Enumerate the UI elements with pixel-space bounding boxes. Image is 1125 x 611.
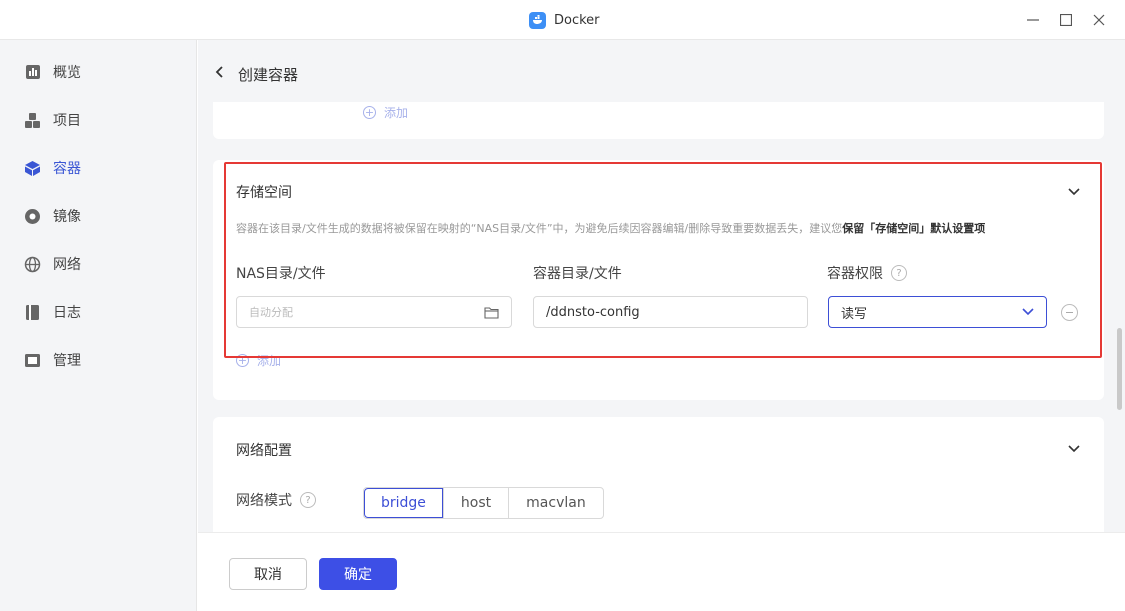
sidebar-item-label: 管理 <box>53 353 81 369</box>
network-section: 网络配置 网络模式 ? bridge host macvlan <box>213 417 1104 537</box>
sidebar: 概览 项目 容器 镜像 网络 日志 管理 <box>0 40 197 611</box>
vertical-scrollbar[interactable] <box>1117 328 1122 410</box>
folder-icon[interactable] <box>484 306 499 319</box>
help-icon[interactable]: ? <box>300 492 316 508</box>
add-circle-icon: + <box>363 106 376 119</box>
col-label-permission: 容器权限 ? <box>827 263 907 283</box>
collapse-chevron-icon[interactable] <box>1068 442 1080 454</box>
close-icon[interactable] <box>1088 9 1110 31</box>
network-title: 网络配置 <box>236 443 292 459</box>
minimize-icon[interactable] <box>1022 9 1044 31</box>
nas-path-input[interactable]: 自动分配 <box>236 296 512 328</box>
container-icon <box>24 160 41 177</box>
help-icon[interactable]: ? <box>891 265 907 281</box>
docker-icon <box>529 11 546 29</box>
app-title-text: Docker <box>554 12 600 28</box>
sidebar-item-label: 概览 <box>53 65 81 81</box>
image-icon <box>24 208 41 225</box>
sidebar-item-label: 日志 <box>53 305 81 321</box>
sidebar-item-image[interactable]: 镜像 <box>24 204 81 228</box>
page-title: 创建容器 <box>238 66 299 84</box>
project-icon <box>24 112 41 129</box>
maximize-icon[interactable] <box>1055 9 1077 31</box>
remove-row-icon[interactable] <box>1061 304 1078 321</box>
network-icon <box>24 256 41 273</box>
storage-title: 存储空间 <box>236 185 292 201</box>
storage-section: 存储空间 容器在该目录/文件生成的数据将被保留在映射的“NAS目录/文件”中，为… <box>213 160 1104 400</box>
storage-hint: 容器在该目录/文件生成的数据将被保留在映射的“NAS目录/文件”中，为避免后续因… <box>236 222 986 235</box>
permission-select[interactable]: 读写 <box>828 296 1047 328</box>
network-mode-selector: bridge host macvlan <box>363 487 604 519</box>
network-mode-label: 网络模式 ? <box>236 490 316 510</box>
manage-icon <box>24 352 41 369</box>
sidebar-item-label: 镜像 <box>53 209 81 225</box>
page-header: 创建容器 <box>198 40 1125 102</box>
mode-option-bridge[interactable]: bridge <box>364 488 443 518</box>
footer-bar: 取消 确定 <box>198 532 1125 611</box>
sidebar-item-overview[interactable]: 概览 <box>24 60 81 84</box>
overview-icon <box>24 64 41 81</box>
title-bar: Docker <box>0 0 1125 40</box>
main-content: 创建容器 + 添加 存储空间 容器在该目录/文件生成的数据将被保留在映射的“NA… <box>198 40 1125 611</box>
storage-hint-bold: 保留「存储空间」默认设置项 <box>842 222 986 235</box>
sidebar-item-project[interactable]: 项目 <box>24 108 81 132</box>
sidebar-item-log[interactable]: 日志 <box>24 300 81 324</box>
sidebar-item-label: 网络 <box>53 257 81 273</box>
sidebar-item-container[interactable]: 容器 <box>24 156 81 180</box>
cancel-button[interactable]: 取消 <box>229 558 307 590</box>
sidebar-item-manage[interactable]: 管理 <box>24 348 81 372</box>
collapse-chevron-icon[interactable] <box>1068 185 1080 197</box>
log-icon <box>24 304 41 321</box>
previous-section-card: + 添加 <box>213 102 1104 139</box>
back-icon[interactable] <box>214 66 226 78</box>
container-path-input[interactable]: /ddnsto-config <box>533 296 808 328</box>
col-label-nas: NAS目录/文件 <box>236 266 326 282</box>
sidebar-item-label: 容器 <box>53 161 81 177</box>
add-circle-icon: + <box>236 354 249 367</box>
confirm-button[interactable]: 确定 <box>319 558 397 590</box>
add-storage-link[interactable]: + 添加 <box>236 352 281 369</box>
mode-option-host[interactable]: host <box>442 488 508 518</box>
mode-option-macvlan[interactable]: macvlan <box>508 488 603 518</box>
sidebar-item-network[interactable]: 网络 <box>24 252 81 276</box>
chevron-down-icon <box>1022 308 1034 316</box>
sidebar-item-label: 项目 <box>53 113 81 129</box>
add-link[interactable]: + 添加 <box>363 104 408 121</box>
app-title: Docker <box>529 10 600 30</box>
col-label-container: 容器目录/文件 <box>533 266 622 282</box>
